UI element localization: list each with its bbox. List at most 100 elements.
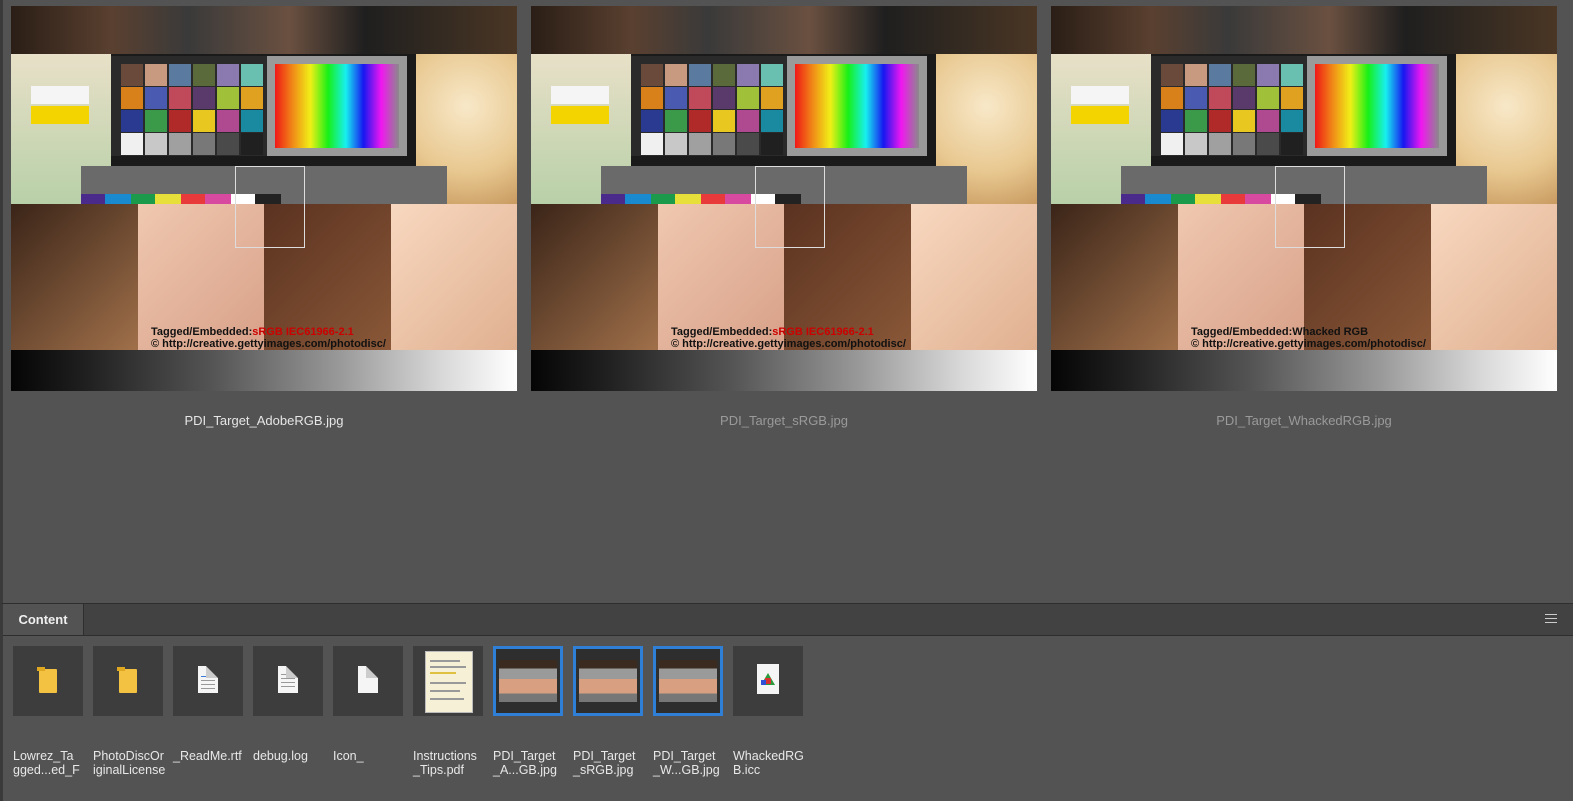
color-swatch xyxy=(665,133,687,155)
color-swatch xyxy=(217,64,239,86)
file-tile[interactable]: Instructions _Tips.pdf xyxy=(413,646,485,777)
file-tile[interactable]: PDI_Target _sRGB.jpg xyxy=(573,646,645,777)
color-swatch xyxy=(641,87,663,109)
gray-ramp xyxy=(11,350,517,391)
color-swatch xyxy=(1185,133,1207,155)
preview-image[interactable]: Tagged/Embedded:Whacked RGB © http://cre… xyxy=(1051,6,1557,391)
preview-caption-whackedrgb: PDI_Target_WhackedRGB.jpg xyxy=(1216,413,1392,428)
color-swatch xyxy=(1161,64,1183,86)
file-label: PDI_Target _A...GB.jpg xyxy=(493,749,557,777)
file-tile[interactable]: Icon_ xyxy=(333,646,405,763)
color-checker-chart xyxy=(631,56,787,156)
color-swatch xyxy=(641,110,663,132)
color-swatch xyxy=(1185,64,1207,86)
color-swatch xyxy=(1281,133,1303,155)
file-tile[interactable]: PhotoDiscOr iginalLicense xyxy=(93,646,165,777)
color-swatch xyxy=(1161,87,1183,109)
color-swatch xyxy=(1209,110,1231,132)
color-swatch xyxy=(217,87,239,109)
file-label: WhackedRG B.icc xyxy=(733,749,804,777)
color-swatch xyxy=(1161,133,1183,155)
file-label: Lowrez_Ta gged...ed_F xyxy=(13,749,80,777)
preview-area: Tagged/Embedded:sRGB IEC61966-2.1 © http… xyxy=(0,0,1573,603)
color-swatch xyxy=(737,110,759,132)
file-tile[interactable]: _ReadMe.rtf xyxy=(173,646,245,763)
color-swatch xyxy=(737,87,759,109)
color-swatch xyxy=(217,133,239,155)
preview-item-adobergb[interactable]: Tagged/Embedded:sRGB IEC61966-2.1 © http… xyxy=(11,6,517,391)
color-swatch xyxy=(169,133,191,155)
preview-caption-srgb: PDI_Target_sRGB.jpg xyxy=(720,413,848,428)
color-swatch xyxy=(1233,133,1255,155)
color-checker-chart xyxy=(1151,56,1307,156)
color-swatch xyxy=(1257,110,1279,132)
color-swatch xyxy=(1209,133,1231,155)
color-swatch xyxy=(641,133,663,155)
folder-icon xyxy=(37,667,57,693)
color-swatch xyxy=(145,133,167,155)
color-swatch xyxy=(737,133,759,155)
color-swatch xyxy=(145,110,167,132)
color-swatch xyxy=(737,64,759,86)
pdf-thumbnail xyxy=(425,651,473,713)
image-thumbnail xyxy=(579,660,637,702)
file-tile[interactable]: Lowrez_Ta gged...ed_F xyxy=(13,646,85,777)
color-swatch xyxy=(241,133,263,155)
file-tile[interactable]: PDI_Target _A...GB.jpg xyxy=(493,646,565,777)
color-swatch xyxy=(217,110,239,132)
color-swatch xyxy=(169,64,191,86)
color-swatch xyxy=(1209,64,1231,86)
gray-ramp xyxy=(1051,350,1557,391)
blank-document-icon xyxy=(358,666,378,693)
color-swatch xyxy=(145,64,167,86)
color-swatch xyxy=(1281,64,1303,86)
color-swatch xyxy=(689,87,711,109)
color-swatch xyxy=(145,87,167,109)
color-swatch xyxy=(761,110,783,132)
file-label: PDI_Target _sRGB.jpg xyxy=(573,749,636,777)
color-checker-chart xyxy=(111,56,267,156)
color-swatch xyxy=(193,87,215,109)
tab-content[interactable]: Content xyxy=(3,604,84,635)
color-swatch xyxy=(193,133,215,155)
panel-menu-icon[interactable] xyxy=(1545,614,1557,624)
color-swatch xyxy=(665,110,687,132)
image-thumbnail xyxy=(499,660,557,702)
color-swatch xyxy=(1185,110,1207,132)
color-swatch xyxy=(689,133,711,155)
file-tile[interactable]: PDI_Target _W...GB.jpg xyxy=(653,646,725,777)
icc-profile-icon xyxy=(757,664,779,694)
file-label: debug.log xyxy=(253,749,308,763)
color-swatch xyxy=(1257,87,1279,109)
color-swatch xyxy=(713,87,735,109)
color-swatch xyxy=(1257,64,1279,86)
color-swatch xyxy=(713,64,735,86)
file-label: PhotoDiscOr iginalLicense xyxy=(93,749,166,777)
file-label: PDI_Target _W...GB.jpg xyxy=(653,749,720,777)
file-tile[interactable]: WhackedRG B.icc xyxy=(733,646,805,777)
file-label: _ReadMe.rtf xyxy=(173,749,242,763)
color-swatch xyxy=(241,110,263,132)
color-swatch xyxy=(121,64,143,86)
image-thumbnail xyxy=(659,660,717,702)
color-swatch xyxy=(713,110,735,132)
color-swatch xyxy=(1257,133,1279,155)
file-label: Instructions _Tips.pdf xyxy=(413,749,477,777)
color-swatch xyxy=(169,87,191,109)
embedded-profile-text: Tagged/Embedded:Whacked RGB © http://cre… xyxy=(1191,326,1426,350)
color-swatch xyxy=(689,64,711,86)
file-tile[interactable]: debug.log xyxy=(253,646,325,763)
embedded-profile-text: Tagged/Embedded:sRGB IEC61966-2.1 © http… xyxy=(151,326,386,350)
panel-header: Content xyxy=(3,604,1573,636)
color-swatch xyxy=(761,87,783,109)
preview-image[interactable]: Tagged/Embedded:sRGB IEC61966-2.1 © http… xyxy=(531,6,1037,391)
preview-image[interactable]: Tagged/Embedded:sRGB IEC61966-2.1 © http… xyxy=(11,6,517,391)
preview-item-whackedrgb[interactable]: Tagged/Embedded:Whacked RGB © http://cre… xyxy=(1051,6,1557,391)
color-swatch xyxy=(121,133,143,155)
color-swatch xyxy=(665,64,687,86)
content-panel: Content Lowrez_Ta gged...ed_F PhotoDiscO… xyxy=(0,603,1573,801)
color-swatch xyxy=(1209,87,1231,109)
preview-item-srgb[interactable]: Tagged/Embedded:sRGB IEC61966-2.1 © http… xyxy=(531,6,1037,391)
color-swatch xyxy=(121,87,143,109)
color-swatch xyxy=(1161,110,1183,132)
